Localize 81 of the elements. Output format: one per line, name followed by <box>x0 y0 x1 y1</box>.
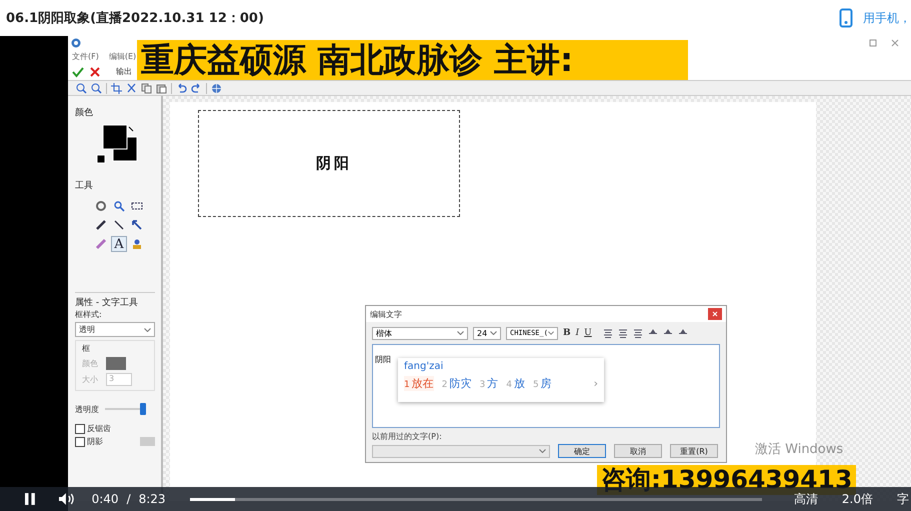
stamp-icon <box>131 238 143 250</box>
history-label: 以前用过的文字(P): <box>372 431 442 442</box>
section-heading: 工具 <box>75 180 93 192</box>
dialog-button[interactable]: 确定 <box>558 444 606 458</box>
align-icon[interactable] <box>632 328 643 338</box>
checkbox-label[interactable]: 反锯齿 <box>87 423 111 434</box>
zoom-out-icon[interactable] <box>91 82 102 94</box>
paste-icon[interactable] <box>156 82 167 94</box>
cut-icon[interactable] <box>126 82 137 94</box>
color-swatch[interactable] <box>106 357 126 370</box>
format-button[interactable]: I <box>576 328 580 338</box>
time-separator: / <box>126 492 131 506</box>
field-label: 颜色 <box>82 358 99 369</box>
progress-bar[interactable] <box>190 498 762 500</box>
dialog-title: 编辑文字 <box>370 308 402 320</box>
frame-style-select[interactable]: 透明 <box>75 322 155 337</box>
mobile-link[interactable]: 用手机， <box>863 10 911 26</box>
globe-icon[interactable] <box>211 82 222 94</box>
phone-icon <box>839 8 853 28</box>
volume-icon[interactable] <box>58 492 76 506</box>
slider-thumb[interactable] <box>140 403 146 415</box>
checkbox[interactable] <box>75 424 85 434</box>
text-tool-button[interactable]: A <box>111 236 127 252</box>
close-icon[interactable] <box>708 308 722 320</box>
dialog-button[interactable]: 取消 <box>614 444 662 458</box>
ime-candidate[interactable]: 1 放在 <box>404 376 434 391</box>
ime-candidate[interactable]: 4 放 <box>506 376 525 391</box>
caret-icon <box>548 331 554 335</box>
dialog-button[interactable]: 重置(R) <box>670 444 718 458</box>
menu-item[interactable]: 文件(F) <box>72 51 99 62</box>
line-icon <box>113 219 125 231</box>
crop-icon[interactable] <box>111 82 122 94</box>
format-button[interactable]: B <box>563 328 571 338</box>
current-time: 0:40 <box>92 492 119 506</box>
format-button[interactable]: U <box>584 328 592 338</box>
align-icon[interactable] <box>618 328 628 338</box>
caret-icon <box>144 328 151 332</box>
ime-candidate[interactable]: 3 方 <box>479 376 498 391</box>
section-heading: 颜色 <box>75 106 93 119</box>
activation-notice: 激活 Windows <box>755 441 844 458</box>
ring-icon <box>95 200 107 212</box>
marker-icon <box>95 238 107 250</box>
pause-icon[interactable] <box>24 492 36 506</box>
text-box[interactable]: 阴阳 <box>198 110 460 217</box>
arrow-icon <box>131 219 143 231</box>
caret-icon <box>457 331 464 335</box>
copy-icon[interactable] <box>141 82 152 94</box>
field-label: 框样式: <box>75 309 103 320</box>
restore-icon[interactable] <box>869 39 877 47</box>
redo-icon[interactable] <box>191 82 202 94</box>
shadow-swatch[interactable] <box>140 437 155 446</box>
undo-icon[interactable] <box>176 82 187 94</box>
output-label[interactable]: 输出 <box>116 66 132 77</box>
magnifier-icon <box>113 200 125 212</box>
size-select[interactable]: 24 <box>473 326 501 340</box>
subtitle-button[interactable]: 字 <box>897 490 909 508</box>
ime-input-text: fang'zai <box>404 361 444 372</box>
checkbox-label[interactable]: 阴影 <box>87 436 103 447</box>
ime-candidate[interactable]: 2 防灾 <box>442 376 472 391</box>
section-heading: 属性 - 文字工具 <box>75 292 155 309</box>
checkbox[interactable] <box>75 436 85 446</box>
close-icon[interactable] <box>89 66 101 78</box>
align-icon[interactable] <box>602 328 613 338</box>
group-label: 框 <box>82 343 90 354</box>
caret-icon <box>490 331 497 335</box>
zoom-in-icon[interactable] <box>76 82 87 94</box>
pen-icon <box>95 219 107 231</box>
ime-candidate[interactable]: 5 房 <box>532 376 552 391</box>
duration: 8:23 <box>138 492 166 506</box>
title-banner: 重庆益硕源 南北政脉诊 主讲: <box>137 40 688 80</box>
font-select[interactable]: 楷体 <box>372 326 468 340</box>
tool-button[interactable] <box>93 198 109 214</box>
menu-item[interactable]: 编辑(E) <box>108 51 136 62</box>
dashed-rectangle-icon <box>131 200 143 212</box>
canvas-text: 阴阳 <box>316 154 352 173</box>
close-icon[interactable] <box>891 39 899 47</box>
field-label: 透明度 <box>75 404 99 414</box>
video-title: 06.1阴阳取象(直播2022.10.31 12：00) <box>6 10 264 27</box>
field-label: 大小 <box>82 374 99 385</box>
caret-icon <box>539 449 546 453</box>
check-icon[interactable] <box>72 66 84 78</box>
